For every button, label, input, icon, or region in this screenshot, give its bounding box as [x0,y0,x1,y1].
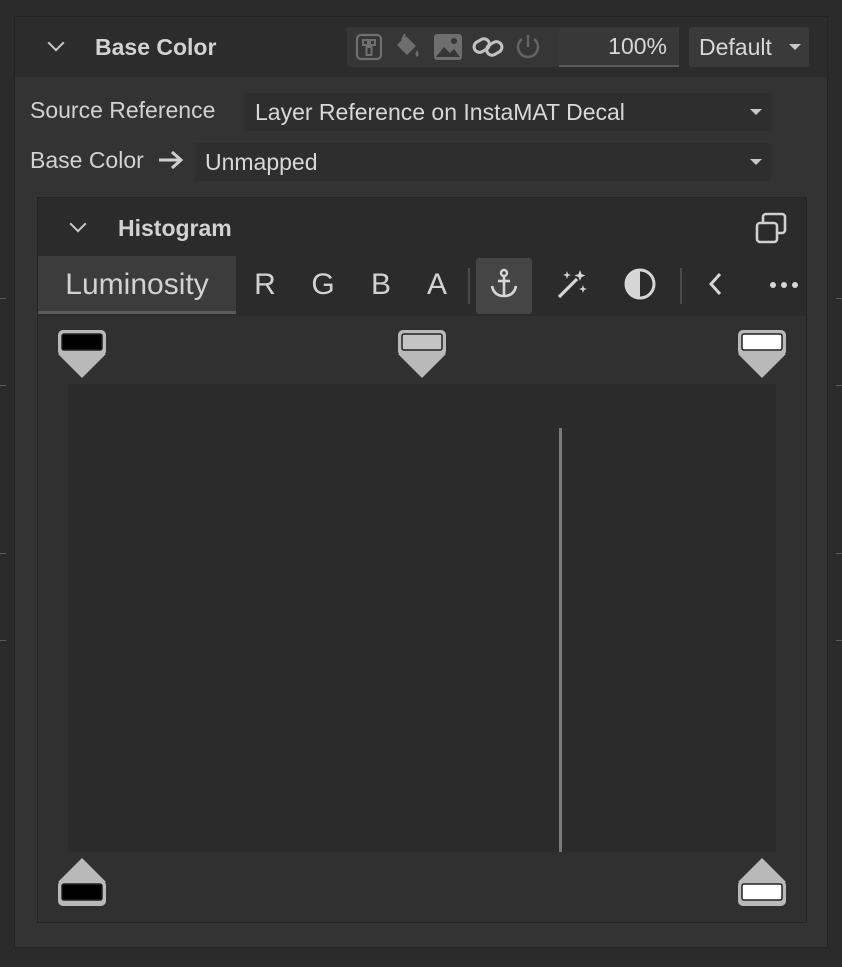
histogram-toolbar: Luminosity R G B A [38,256,806,316]
edge-tick [0,298,6,299]
base-color-panel: Base Color 100% Default Source Reference… [14,16,828,948]
source-reference-dropdown[interactable]: Layer Reference on InstaMAT Decal [245,93,771,131]
power-icon[interactable] [511,27,545,67]
material-layer-icon[interactable] [352,27,386,67]
collapse-chevron-icon[interactable] [69,215,87,233]
link-icon[interactable] [471,27,505,67]
invert-button[interactable] [612,258,668,314]
layer-icons-bar [347,27,561,67]
blend-mode-dropdown[interactable]: Default [689,27,809,67]
edge-tick [836,553,842,554]
histogram-plot[interactable] [68,384,776,852]
anchor-icon [487,267,521,306]
input-black-marker[interactable] [56,328,108,380]
chevron-left-icon [704,269,728,304]
source-reference-value: Layer Reference on InstaMAT Decal [255,99,625,125]
auto-levels-button[interactable] [544,258,600,314]
caret-down-icon [789,44,801,50]
edge-tick [0,385,6,386]
more-options-button[interactable] [756,258,812,314]
panel-header[interactable]: Base Color 100% Default [15,17,827,77]
histogram-bar [559,428,563,852]
blend-mode-value: Default [699,34,772,60]
edge-tick [836,385,842,386]
more-icon [768,277,800,295]
output-white-marker[interactable] [736,856,788,908]
anchor-button[interactable] [476,258,532,314]
source-reference-label: Source Reference [30,97,216,123]
histogram-title: Histogram [118,215,232,241]
popout-window-icon[interactable] [754,211,788,250]
output-black-marker[interactable] [56,856,108,908]
toolbar-divider [468,268,470,304]
contrast-icon [623,267,657,306]
image-icon[interactable] [431,27,465,67]
histogram-panel: Histogram Luminosity R G B A [37,197,807,923]
collapse-chevron-icon[interactable] [47,34,65,52]
mapping-arrow-icon [157,149,185,176]
tab-a[interactable]: A [422,256,452,314]
input-gray-marker[interactable] [396,328,448,380]
tab-g[interactable]: G [308,256,338,314]
edge-tick [0,553,6,554]
opacity-field[interactable]: 100% [559,27,679,67]
toolbar-divider [680,268,682,304]
collapse-toolbar-button[interactable] [688,258,744,314]
magic-wand-icon [555,267,589,306]
edge-tick [0,640,6,641]
histogram-header[interactable]: Histogram [38,198,806,256]
caret-down-icon [750,159,762,165]
tab-luminosity[interactable]: Luminosity [38,256,236,314]
base-color-value: Unmapped [205,149,318,175]
base-color-label: Base Color [30,147,144,173]
paint-bucket-icon[interactable] [390,27,424,67]
tab-b[interactable]: B [366,256,396,314]
caret-down-icon [750,109,762,115]
edge-tick [836,640,842,641]
base-color-dropdown[interactable]: Unmapped [195,143,771,181]
input-white-marker[interactable] [736,328,788,380]
edge-tick [836,298,842,299]
panel-title: Base Color [95,34,217,60]
tab-r[interactable]: R [250,256,280,314]
